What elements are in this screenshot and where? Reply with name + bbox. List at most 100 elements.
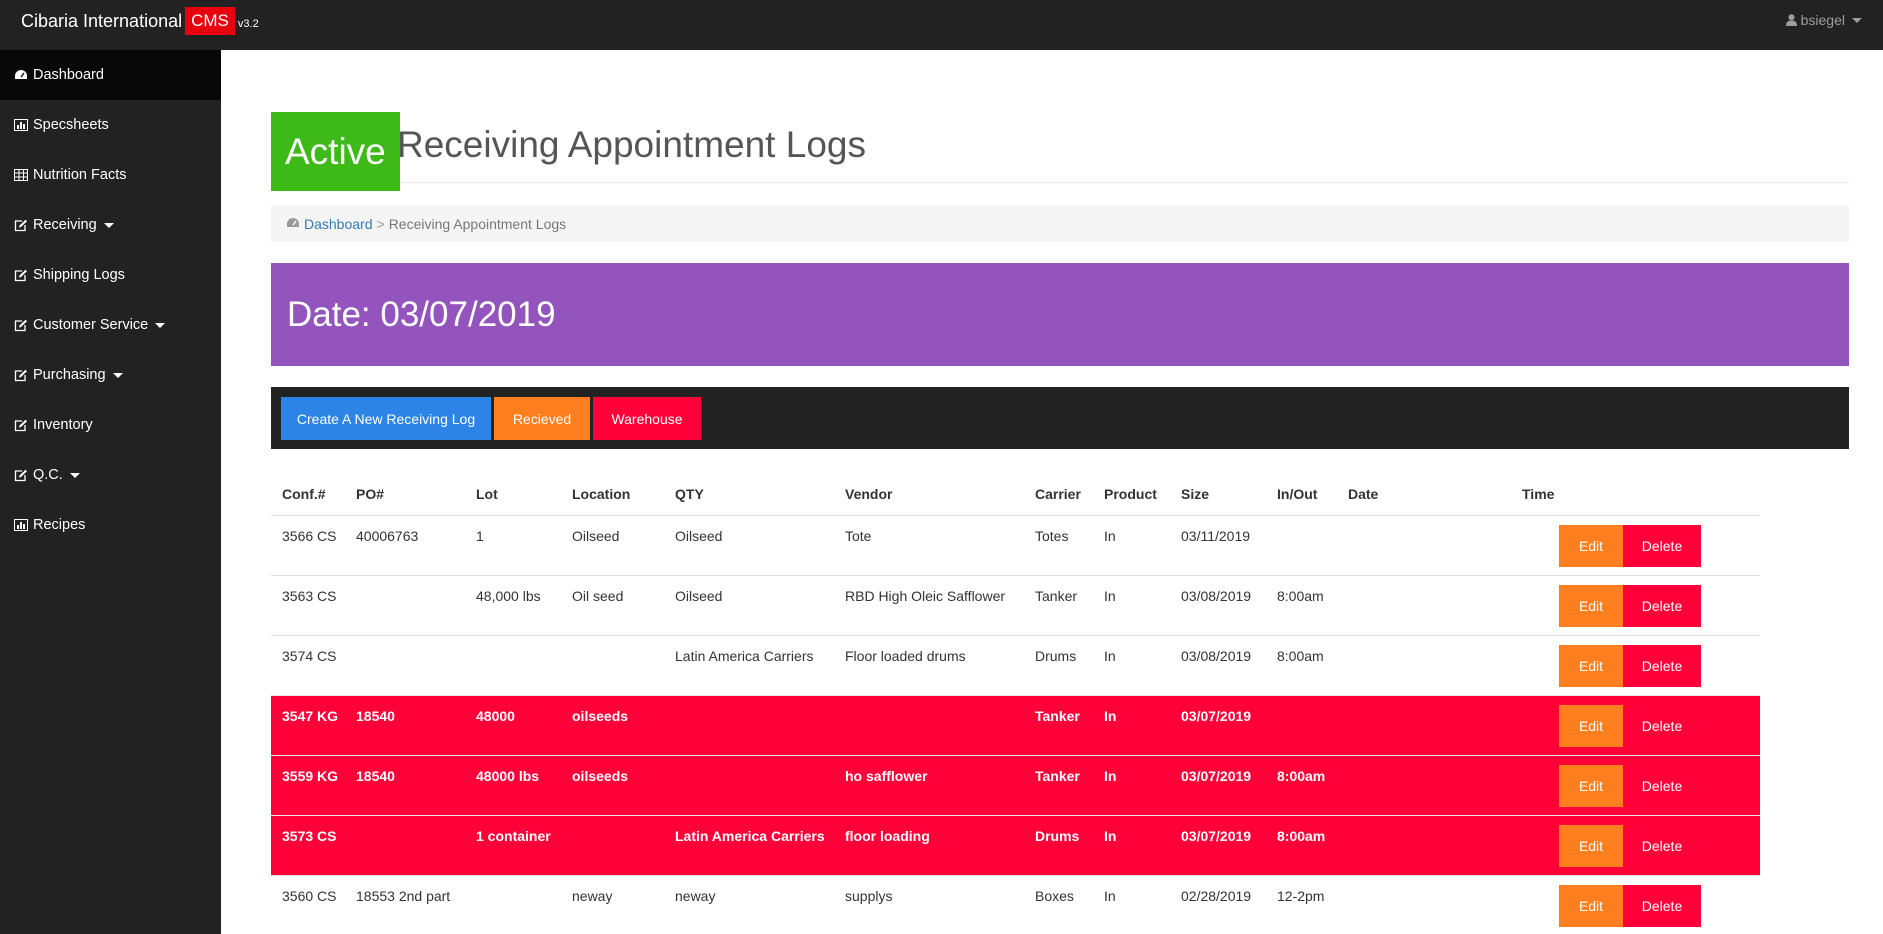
receiving-log-table: Conf.# PO# Lot Location QTY Vendor Carrier Prod… bbox=[271, 463, 1862, 927]
chevron-down-icon bbox=[103, 222, 114, 228]
edit-button[interactable]: Edit bbox=[1559, 645, 1623, 687]
column-header: Size bbox=[1181, 486, 1210, 502]
breadcrumb-current: Receiving Appointment Logs bbox=[388, 215, 567, 232]
page-title: Receiving Appointment Logs bbox=[397, 124, 866, 165]
column-header: PO# bbox=[356, 486, 385, 502]
table-cell: In bbox=[1104, 528, 1116, 544]
received-filter-button[interactable]: Recieved bbox=[494, 397, 590, 440]
table-cell: In bbox=[1104, 888, 1116, 904]
cms-badge: CMS bbox=[185, 7, 235, 35]
sidebar-item-label: Q.C. bbox=[33, 467, 63, 483]
table-cell: Oilseed bbox=[675, 588, 723, 604]
table-cell: 3566 CS bbox=[282, 528, 337, 544]
edit-button[interactable]: Edit bbox=[1559, 585, 1623, 627]
table-cell: RBD High Oleic Safflower bbox=[845, 588, 1006, 604]
brand-name: Cibaria International bbox=[21, 10, 183, 31]
table-cell: 03/08/2019 bbox=[1181, 588, 1252, 604]
sidebar-item-q-c[interactable]: Q.C. bbox=[0, 450, 221, 500]
delete-button[interactable]: Delete bbox=[1623, 705, 1701, 747]
table-cell: 48000 lbs bbox=[476, 768, 540, 784]
sidebar-item-dashboard[interactable]: Dashboard bbox=[0, 50, 221, 100]
table-cell: In bbox=[1104, 588, 1116, 604]
sidebar-item-label: Nutrition Facts bbox=[33, 167, 127, 183]
table-cell: 8:00am bbox=[1277, 648, 1324, 664]
warehouse-filter-button[interactable]: Warehouse bbox=[593, 397, 701, 440]
create-receiving-log-button[interactable]: Create A New Receiving Log bbox=[281, 397, 491, 440]
action-toolbar: Create A New Receiving Log Recieved Ware… bbox=[271, 387, 1849, 449]
table-cell: Drums bbox=[1035, 648, 1077, 664]
table-row: 3563 CS 48,000 lbs Oil seed Oilseed RBD High… bbox=[271, 575, 1760, 635]
edit-icon bbox=[13, 418, 28, 432]
delete-button[interactable]: Delete bbox=[1623, 825, 1701, 867]
table-row: 3560 CS 18553 2nd part neway neway supplys Bo… bbox=[271, 875, 1760, 934]
sidebar-item-customer-service[interactable]: Customer Service bbox=[0, 300, 221, 350]
table-cell: 8:00am bbox=[1277, 828, 1326, 844]
table-cell: 03/11/2019 bbox=[1181, 528, 1251, 544]
table-cell: supplys bbox=[845, 888, 893, 904]
table-cell: 48,000 lbs bbox=[476, 588, 541, 604]
active-badge: Active bbox=[271, 112, 400, 191]
table-cell: 3574 CS bbox=[282, 648, 337, 664]
edit-button[interactable]: Edit bbox=[1559, 525, 1623, 567]
table-cell: 12-2pm bbox=[1277, 888, 1325, 904]
table-cell: In bbox=[1104, 708, 1117, 724]
column-header: QTY bbox=[675, 486, 704, 502]
table-cell: Boxes bbox=[1035, 888, 1074, 904]
page-heading: Active Receiving Appointment Logs bbox=[271, 112, 1849, 191]
edit-button[interactable]: Edit bbox=[1559, 885, 1623, 927]
table-cell: 3573 CS bbox=[282, 828, 337, 844]
edit-icon bbox=[13, 318, 28, 332]
breadcrumb-separator: > bbox=[376, 215, 385, 232]
sidebar-item-purchasing[interactable]: Purchasing bbox=[0, 350, 221, 400]
table-cell: 02/28/2019 bbox=[1181, 888, 1252, 904]
sidebar-item-specsheets[interactable]: Specsheets bbox=[0, 100, 221, 150]
chevron-down-icon bbox=[69, 472, 80, 478]
delete-button[interactable]: Delete bbox=[1623, 525, 1701, 567]
table-cell: 03/08/2019 bbox=[1181, 648, 1252, 664]
delete-button[interactable]: Delete bbox=[1623, 585, 1701, 627]
date-banner: Date: 03/07/2019 bbox=[271, 263, 1849, 366]
table-row: 3566 CS 40006763 1 Oilseed Oilseed Tote Totes I… bbox=[271, 515, 1760, 575]
table-cell: oilseeds bbox=[572, 768, 629, 784]
edit-icon bbox=[13, 368, 28, 382]
sidebar-item-label: Inventory bbox=[33, 417, 93, 433]
table-cell: Tanker bbox=[1035, 708, 1080, 724]
table-cell: 3559 KG bbox=[282, 768, 339, 784]
delete-button[interactable]: Delete bbox=[1623, 885, 1701, 927]
delete-button[interactable]: Delete bbox=[1623, 765, 1701, 807]
sidebar-item-receiving[interactable]: Receiving bbox=[0, 200, 221, 250]
column-header: Time bbox=[1522, 486, 1555, 502]
bar-chart-icon bbox=[13, 118, 28, 132]
edit-button[interactable]: Edit bbox=[1559, 825, 1623, 867]
brand[interactable]: Cibaria International CMS v3.2 bbox=[21, 7, 259, 35]
dashboard-icon bbox=[13, 68, 28, 82]
table-cell: Tote bbox=[845, 528, 872, 544]
column-header: Lot bbox=[476, 486, 498, 502]
sidebar-item-inventory[interactable]: Inventory bbox=[0, 400, 221, 450]
sidebar-item-recipes[interactable]: Recipes bbox=[0, 500, 221, 550]
delete-button[interactable]: Delete bbox=[1623, 645, 1701, 687]
table-cell: neway bbox=[675, 888, 716, 904]
edit-icon bbox=[13, 468, 28, 482]
edit-button[interactable]: Edit bbox=[1559, 765, 1623, 807]
table-cell: Oilseed bbox=[675, 528, 723, 544]
bar-chart-icon bbox=[13, 518, 28, 532]
table-cell: Tanker bbox=[1035, 768, 1080, 784]
main-content: Active Receiving Appointment Logs Dashbo… bbox=[221, 50, 1883, 934]
breadcrumb-home-link[interactable]: Dashboard bbox=[304, 216, 373, 232]
table-cell: oilseeds bbox=[572, 708, 629, 724]
edit-button[interactable]: Edit bbox=[1559, 705, 1623, 747]
user-menu[interactable]: bsiegel bbox=[1785, 12, 1862, 28]
table-row: 3574 CS Latin America Carriers Floor loade… bbox=[271, 635, 1760, 695]
edit-icon bbox=[13, 268, 28, 282]
column-header: In/Out bbox=[1277, 486, 1318, 502]
table-cell: 3563 CS bbox=[282, 588, 337, 604]
table-cell: In bbox=[1104, 648, 1116, 664]
table-cell: ho safflower bbox=[845, 768, 928, 784]
table-cell: Latin America Carriers bbox=[675, 648, 814, 664]
table-cell: 03/07/2019 bbox=[1181, 768, 1252, 784]
sidebar-item-nutrition-facts[interactable]: Nutrition Facts bbox=[0, 150, 221, 200]
table-cell: 1 bbox=[476, 528, 484, 544]
table-cell: 8:00am bbox=[1277, 588, 1324, 604]
sidebar-item-shipping-logs[interactable]: Shipping Logs bbox=[0, 250, 221, 300]
